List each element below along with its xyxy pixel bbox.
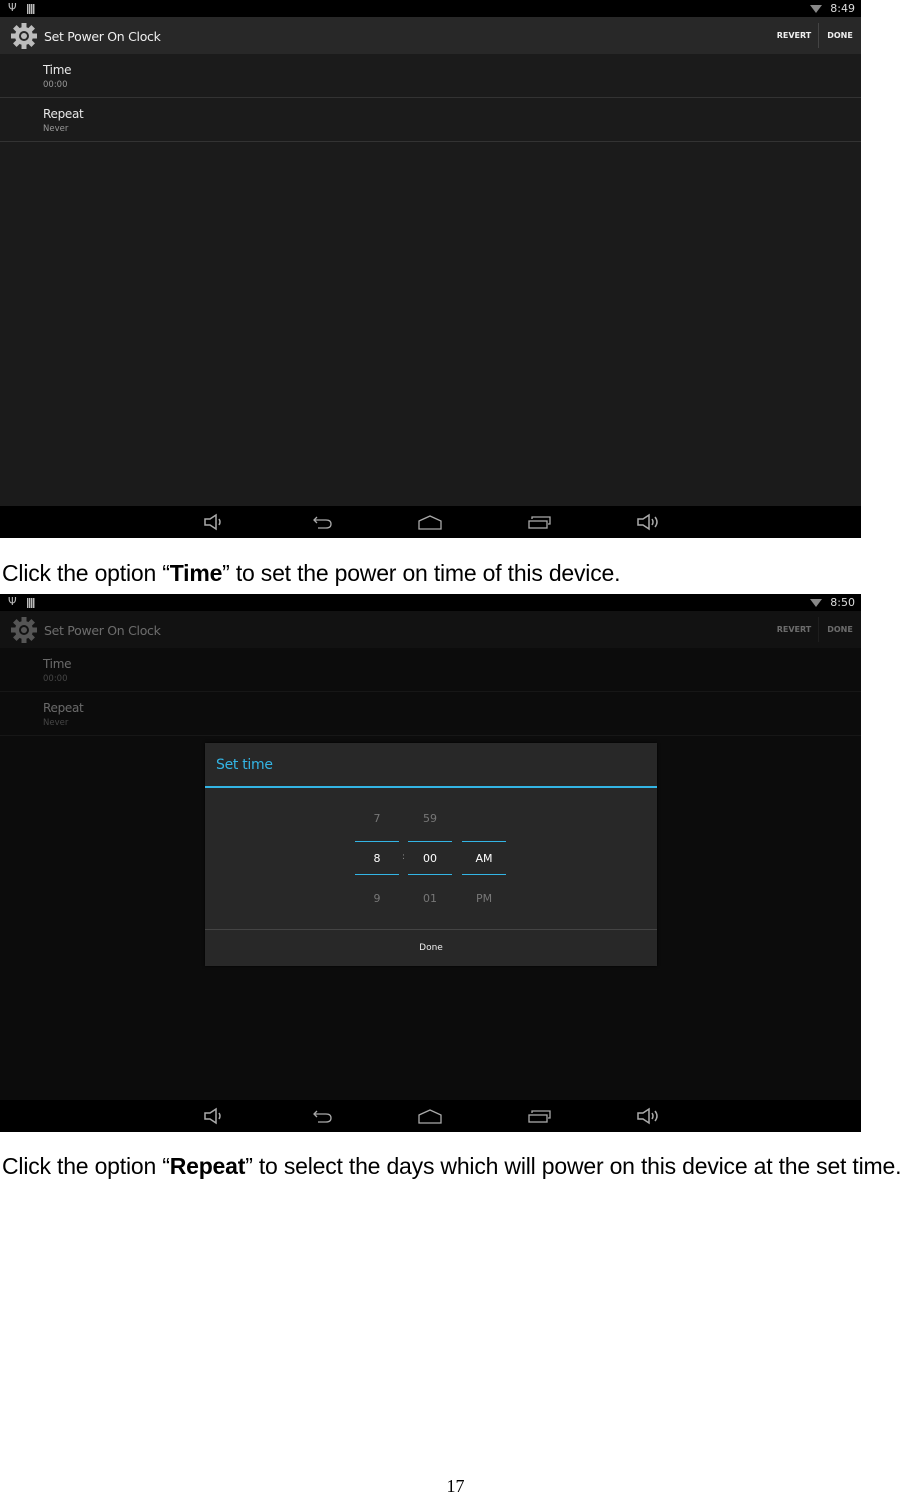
minute-prev[interactable]: 59	[408, 812, 452, 825]
picker-divider	[462, 841, 506, 842]
recents-icon[interactable]	[528, 1107, 552, 1125]
caption-bold: Time	[169, 560, 223, 586]
back-icon[interactable]	[310, 1107, 334, 1125]
home-icon[interactable]	[418, 1107, 442, 1125]
preference-summary: Never	[43, 124, 69, 134]
caption-repeat: Click the option “Repeat” to select the …	[2, 1151, 911, 1181]
hour-next[interactable]: 9	[355, 892, 399, 905]
preference-title: Time	[43, 63, 72, 77]
time-preference[interactable]: Time 00:00	[0, 54, 861, 98]
dialog-title-divider	[205, 786, 657, 788]
caption-bold: Repeat	[169, 1153, 246, 1179]
status-bar: Ψ 8:49	[0, 0, 861, 17]
page-title: Set Power On Clock	[44, 29, 161, 44]
minute-next[interactable]: 01	[408, 892, 452, 905]
action-bar: Set Power On Clock REVERT DONE	[0, 17, 861, 54]
recents-icon[interactable]	[528, 513, 552, 531]
volume-down-icon[interactable]	[203, 1107, 227, 1125]
wifi-icon	[810, 599, 822, 607]
back-icon[interactable]	[310, 513, 334, 531]
caption-text: Click the option “	[2, 560, 170, 586]
wifi-icon	[810, 5, 822, 13]
caption-text: ” to select the days which will power on…	[245, 1153, 902, 1179]
picker-divider	[408, 841, 452, 842]
hour-current[interactable]: 8	[355, 852, 399, 865]
page-number: 17	[446, 1476, 465, 1496]
time-separator: :	[402, 852, 406, 862]
hour-prev[interactable]: 7	[355, 812, 399, 825]
picker-divider	[355, 874, 399, 875]
navigation-bar	[0, 506, 861, 538]
done-button[interactable]: DONE	[819, 17, 861, 54]
screenshot-set-time-dialog: Ψ 8:50 Set Power On Clock REVERT DONE Ti…	[0, 594, 861, 1132]
ampm-current[interactable]: AM	[462, 852, 506, 865]
dialog-title: Set time	[216, 757, 273, 773]
set-time-dialog: Set time 7 8 9 : 59 00 01 AM PM Done	[205, 743, 657, 966]
usb-icon: Ψ	[8, 595, 17, 608]
status-bar: Ψ 8:50	[0, 594, 861, 611]
minute-current[interactable]: 00	[408, 852, 452, 865]
gear-icon	[11, 23, 37, 49]
volume-down-icon[interactable]	[203, 513, 227, 531]
ampm-next[interactable]: PM	[462, 892, 506, 905]
preference-title: Repeat	[43, 107, 84, 121]
screenshot-settings: Ψ 8:49 Set Power On Clock REVERT DONE Ti…	[0, 0, 861, 538]
sd-card-icon	[27, 598, 35, 608]
caption-text: ” to set the power on time of this devic…	[222, 560, 621, 586]
caption-text: Click the option “	[2, 1153, 170, 1179]
dialog-done-button[interactable]: Done	[205, 930, 657, 966]
picker-divider	[462, 874, 506, 875]
volume-up-icon[interactable]	[636, 1107, 660, 1125]
usb-icon: Ψ	[8, 1, 17, 14]
sd-card-icon	[27, 4, 35, 14]
repeat-preference[interactable]: Repeat Never	[0, 98, 861, 142]
preference-summary: 00:00	[43, 80, 68, 90]
status-clock: 8:49	[830, 2, 855, 15]
picker-divider	[355, 841, 399, 842]
revert-button[interactable]: REVERT	[770, 17, 818, 54]
picker-divider	[408, 874, 452, 875]
navigation-bar	[0, 1100, 861, 1132]
home-icon[interactable]	[418, 513, 442, 531]
status-clock: 8:50	[830, 596, 855, 609]
caption-time: Click the option “Time” to set the power…	[2, 558, 621, 588]
volume-up-icon[interactable]	[636, 513, 660, 531]
